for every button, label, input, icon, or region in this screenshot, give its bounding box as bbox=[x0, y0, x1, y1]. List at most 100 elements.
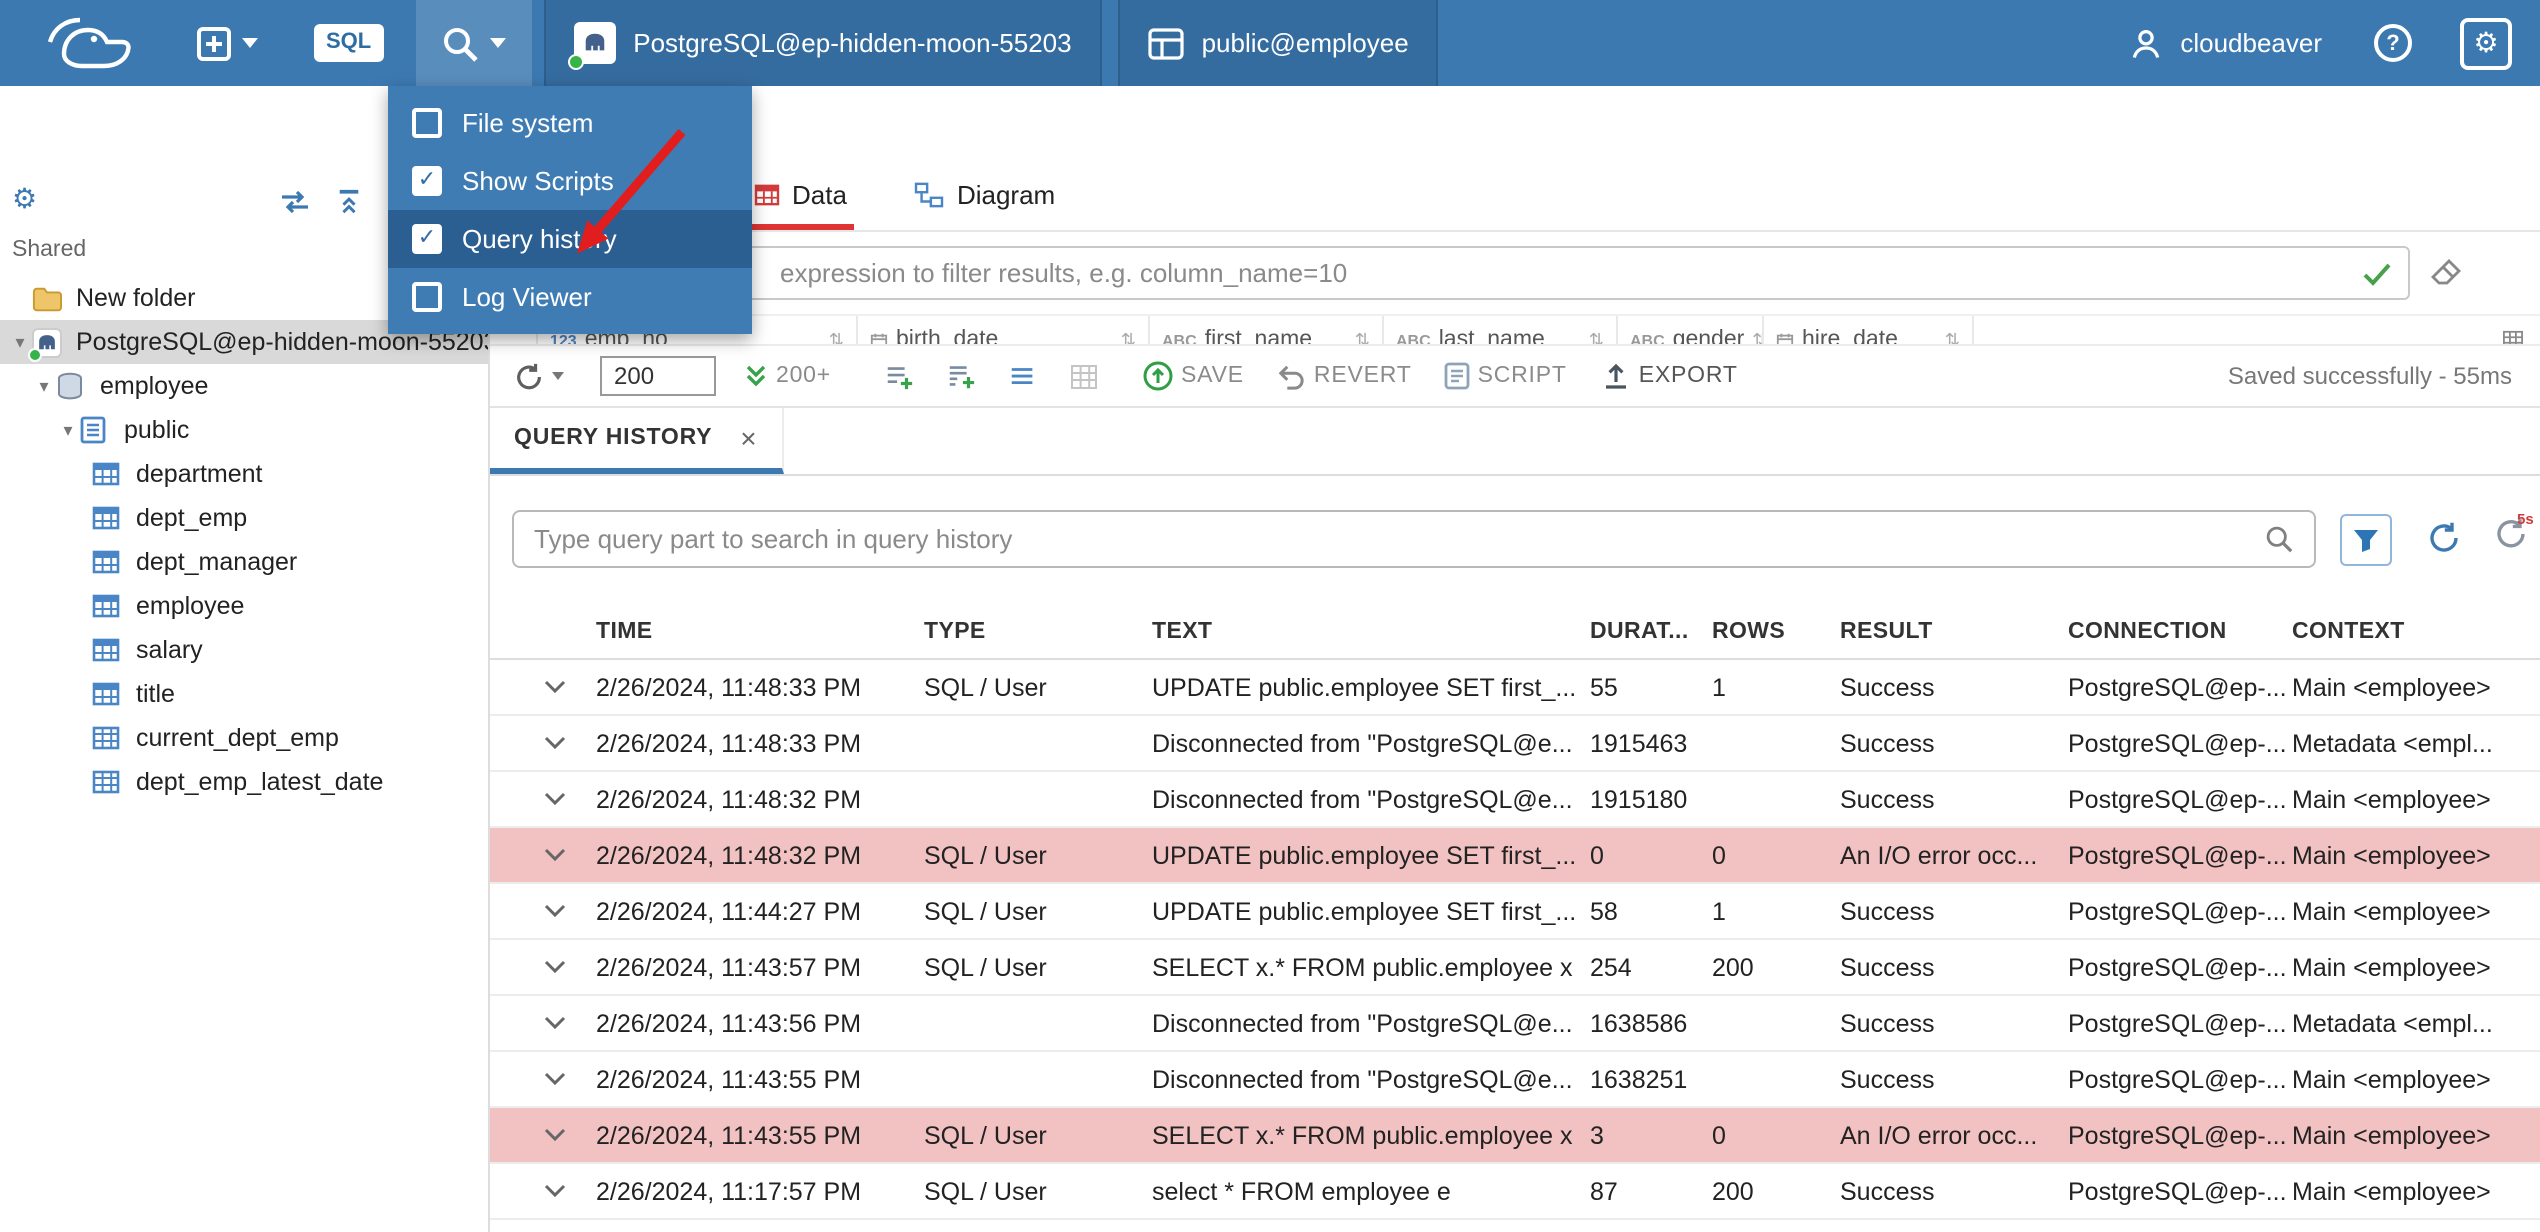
schema-selector[interactable]: public@employee bbox=[1117, 0, 1439, 86]
sync-connection-button[interactable] bbox=[280, 188, 310, 224]
sort-icon[interactable]: ⇅ bbox=[829, 329, 844, 344]
tree-item-view[interactable]: current_dept_emp bbox=[0, 716, 488, 760]
history-row[interactable]: 2/26/2024, 11:48:33 PM SQL / User UPDATE… bbox=[490, 660, 2540, 716]
tree-item-schema[interactable]: ▾ public bbox=[0, 408, 488, 452]
history-row[interactable]: 2/26/2024, 11:43:56 PM Disconnected from… bbox=[490, 996, 2540, 1052]
tab-diagram[interactable]: Diagram bbox=[907, 180, 1063, 230]
checkbox-checked-icon[interactable] bbox=[412, 224, 442, 254]
cell-connection: PostgreSQL@ep-... bbox=[2068, 729, 2287, 757]
collapse-all-button[interactable] bbox=[336, 188, 362, 224]
schema-page-icon bbox=[80, 416, 114, 444]
checkbox-unchecked-icon[interactable] bbox=[412, 282, 442, 312]
sort-icon[interactable]: ⇅ bbox=[1355, 329, 1370, 344]
close-icon[interactable]: × bbox=[740, 422, 757, 454]
sort-icon[interactable]: ⇅ bbox=[1589, 329, 1604, 344]
settings-button[interactable]: ⚙ bbox=[2460, 17, 2512, 69]
sort-icon[interactable]: ⇅ bbox=[1121, 329, 1136, 344]
tab-data[interactable]: Data bbox=[746, 180, 855, 230]
checkbox-unchecked-icon[interactable] bbox=[412, 108, 442, 138]
history-refresh-button[interactable] bbox=[2426, 520, 2462, 566]
expand-row-icon[interactable] bbox=[512, 1072, 596, 1086]
cell-connection: PostgreSQL@ep-... bbox=[2068, 673, 2287, 701]
cell-type: SQL / User bbox=[924, 897, 1047, 925]
menu-item-log-viewer[interactable]: Log Viewer bbox=[388, 268, 752, 326]
apply-filter-icon[interactable] bbox=[2362, 260, 2392, 296]
history-row[interactable]: 2/26/2024, 11:17:57 PM SQL / User select… bbox=[490, 1164, 2540, 1220]
new-connection-button[interactable] bbox=[176, 0, 278, 86]
tree-item-table[interactable]: salary bbox=[0, 628, 488, 672]
tree-item-table[interactable]: dept_emp bbox=[0, 496, 488, 540]
chevron-expanded-icon[interactable]: ▾ bbox=[8, 331, 32, 353]
chevron-down-icon bbox=[242, 38, 258, 48]
sql-editor-button[interactable]: SQL bbox=[294, 0, 403, 86]
column-header[interactable]: birth_date ⇅ bbox=[858, 316, 1150, 344]
history-row[interactable]: 2/26/2024, 11:44:27 PM SQL / User UPDATE… bbox=[490, 884, 2540, 940]
tools-menu-button[interactable] bbox=[415, 0, 532, 86]
user-menu[interactable]: cloudbeaver bbox=[2128, 25, 2322, 61]
tree-item-table[interactable]: title bbox=[0, 672, 488, 716]
tree-item-table[interactable]: employee bbox=[0, 584, 488, 628]
expand-row-icon[interactable] bbox=[512, 680, 596, 694]
tree-item-table[interactable]: dept_manager bbox=[0, 540, 488, 584]
history-row[interactable]: 2/26/2024, 11:43:57 PM SQL / User SELECT… bbox=[490, 940, 2540, 996]
history-filter-button[interactable] bbox=[2340, 514, 2392, 566]
menu-item-show-scripts[interactable]: Show Scripts bbox=[388, 152, 752, 210]
fetch-more-button[interactable]: 200+ bbox=[744, 363, 831, 389]
history-row-error[interactable]: 2/26/2024, 11:48:32 PM SQL / User UPDATE… bbox=[490, 828, 2540, 884]
tab-query-history[interactable]: QUERY HISTORY × bbox=[490, 408, 784, 474]
delete-row-icon bbox=[1010, 367, 1032, 384]
fetch-size-input[interactable] bbox=[600, 356, 716, 396]
cell-text: SELECT x.* FROM public.employee x bbox=[1152, 953, 1573, 981]
expand-row-icon[interactable] bbox=[512, 848, 596, 862]
column-header: CONTEXT bbox=[2292, 619, 2405, 643]
grid-settings-icon[interactable] bbox=[2502, 324, 2524, 344]
help-button[interactable]: ? bbox=[2374, 24, 2412, 62]
save-button[interactable]: SAVE bbox=[1141, 360, 1244, 392]
tree-section-label: Shared bbox=[12, 238, 87, 262]
duplicate-row-button[interactable] bbox=[945, 362, 975, 390]
expand-row-icon[interactable] bbox=[512, 904, 596, 918]
history-search-input[interactable] bbox=[512, 510, 2316, 568]
menu-item-query-history[interactable]: Query history bbox=[388, 210, 752, 268]
expand-row-icon[interactable] bbox=[512, 1184, 596, 1198]
connection-selector[interactable]: PostgreSQL@ep-hidden-moon-55203 bbox=[543, 0, 1102, 86]
sort-icon[interactable]: ⇅ bbox=[1945, 329, 1960, 344]
refresh-result-button[interactable] bbox=[514, 361, 564, 391]
expand-row-icon[interactable] bbox=[512, 736, 596, 750]
menu-item-file-system[interactable]: File system bbox=[388, 94, 752, 152]
tree-item-database[interactable]: ▾ employee bbox=[0, 364, 488, 408]
expand-row-icon[interactable] bbox=[512, 1016, 596, 1030]
column-header[interactable]: hire_date ⇅ bbox=[1764, 316, 1974, 344]
chevron-expanded-icon[interactable]: ▾ bbox=[56, 419, 80, 441]
clear-filter-button[interactable] bbox=[2430, 258, 2462, 296]
expand-row-icon[interactable] bbox=[512, 960, 596, 974]
history-row[interactable]: 2/26/2024, 11:48:33 PM Disconnected from… bbox=[490, 716, 2540, 772]
auto-refresh-grid-button[interactable] bbox=[1069, 363, 1097, 389]
delete-row-button[interactable] bbox=[1007, 363, 1037, 389]
add-row-button[interactable] bbox=[883, 362, 913, 390]
swap-arrows-icon bbox=[282, 190, 308, 214]
export-button[interactable]: EXPORT bbox=[1603, 362, 1738, 390]
cell-result: Success bbox=[1840, 1177, 1935, 1205]
sort-icon[interactable]: ⇅ bbox=[1752, 329, 1762, 344]
tree-settings-button[interactable]: ⚙ bbox=[12, 182, 37, 216]
filter-expression-input[interactable] bbox=[510, 246, 2410, 300]
tree-item-table[interactable]: department bbox=[0, 452, 488, 496]
cell-duration: 1638251 bbox=[1590, 1065, 1688, 1093]
checkbox-checked-icon[interactable] bbox=[412, 166, 442, 196]
chevron-expanded-icon[interactable]: ▾ bbox=[32, 375, 56, 397]
cell-duration: 58 bbox=[1590, 897, 1618, 925]
tree-item-view[interactable]: dept_emp_latest_date bbox=[0, 760, 488, 804]
revert-button[interactable]: REVERT bbox=[1276, 363, 1412, 389]
auto-refresh-button[interactable]: 5s bbox=[2490, 510, 2534, 562]
column-header[interactable]: ABC last_name ⇅ bbox=[1384, 316, 1618, 344]
cell-text: UPDATE public.employee SET first_... bbox=[1152, 841, 1577, 869]
history-row[interactable]: 2/26/2024, 11:48:32 PM Disconnected from… bbox=[490, 772, 2540, 828]
expand-row-icon[interactable] bbox=[512, 1128, 596, 1142]
column-header[interactable]: ABC first_name ⇅ bbox=[1150, 316, 1384, 344]
column-header[interactable]: ABC gender ⇅ bbox=[1618, 316, 1764, 344]
script-button[interactable]: SCRIPT bbox=[1444, 362, 1567, 390]
history-row[interactable]: 2/26/2024, 11:43:55 PM Disconnected from… bbox=[490, 1052, 2540, 1108]
history-row-error[interactable]: 2/26/2024, 11:43:55 PM SQL / User SELECT… bbox=[490, 1108, 2540, 1164]
expand-row-icon[interactable] bbox=[512, 792, 596, 806]
